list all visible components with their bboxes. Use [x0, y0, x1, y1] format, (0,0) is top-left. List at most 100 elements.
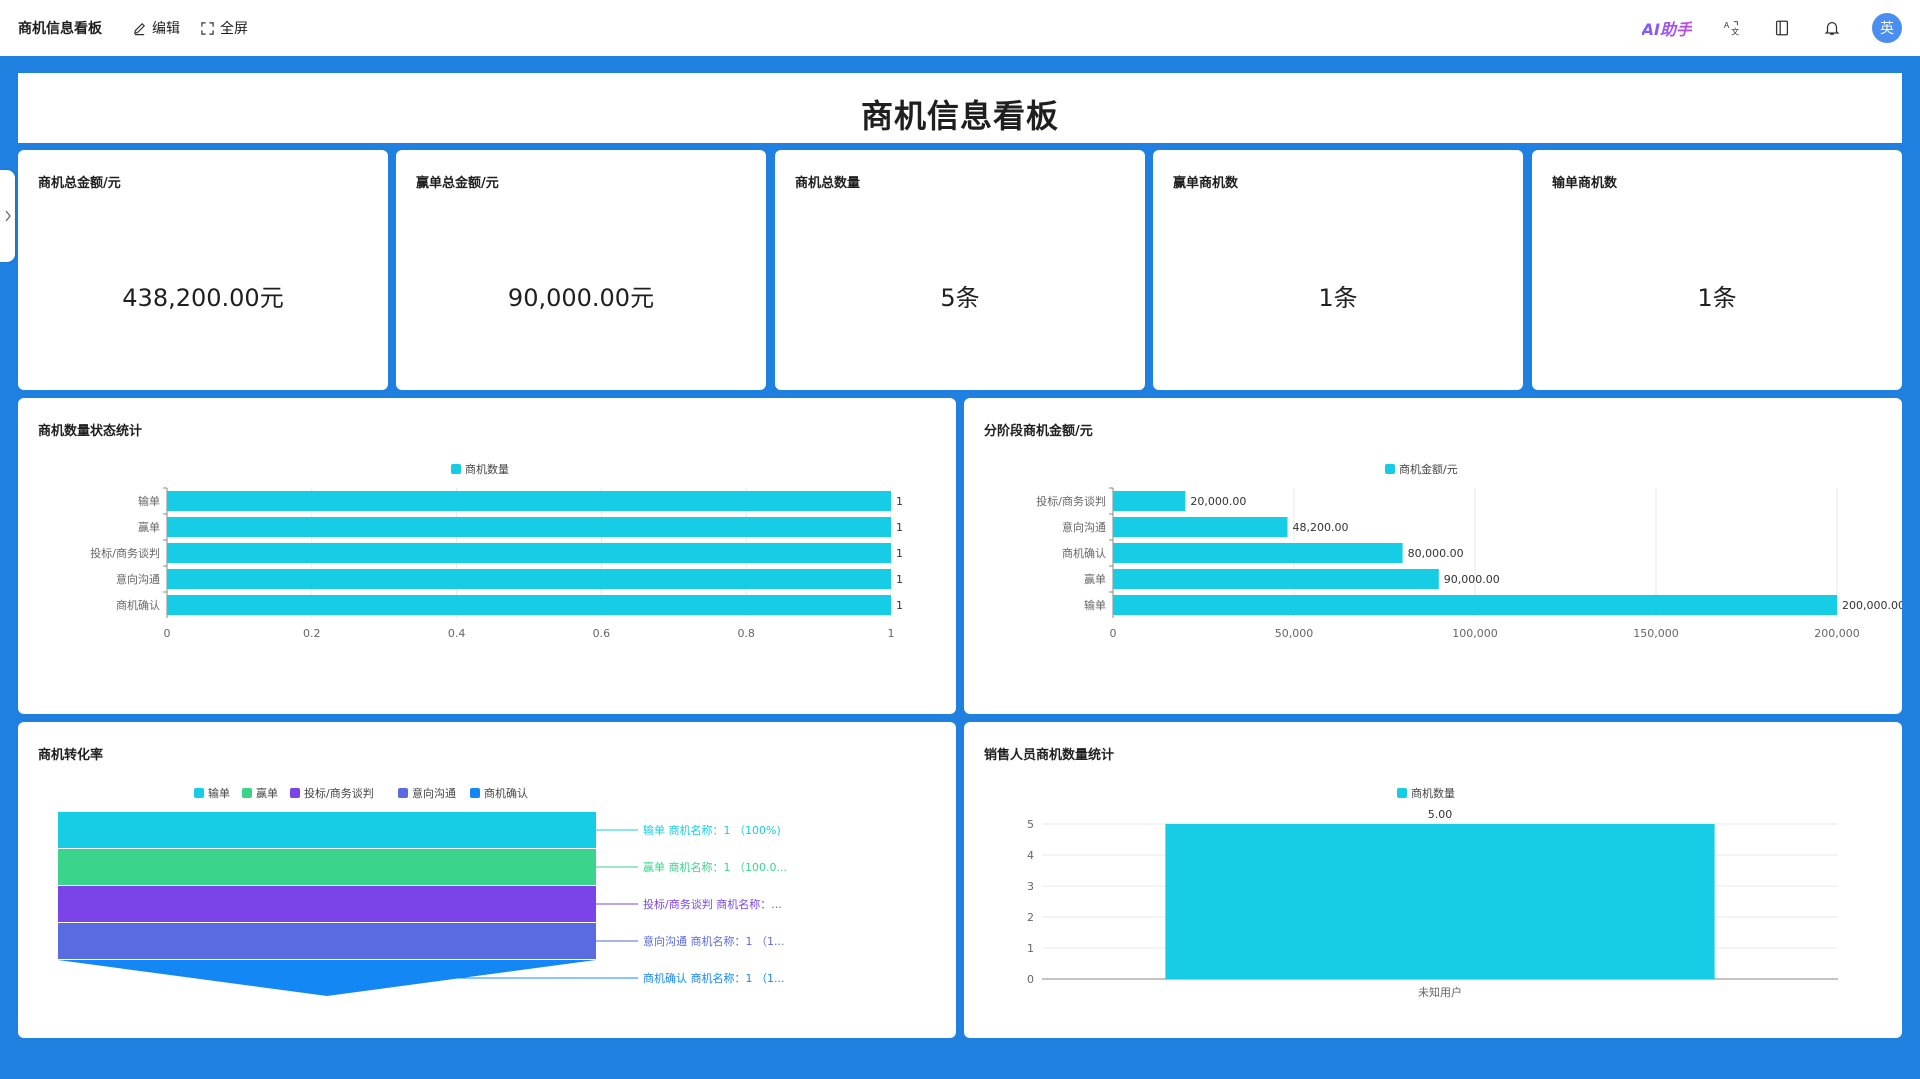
data-label: 20,000.00 — [1190, 495, 1246, 508]
x-tick-label: 150,000 — [1633, 627, 1679, 640]
panel-conversion-rate: 商机转化率 输单 赢单 投标/商务谈判 意向沟通 商机确认 输单 商机名称：1 （100%… — [18, 722, 956, 1038]
status-count-chart: 商机数量 0 0.2 0.4 0.6 0.8 1 输单 1 赢单 1 投标/商务谈判 1 意向沟通 1 商机确… — [90, 462, 903, 640]
funnel-label: 投标/商务谈判 商机名称：... — [643, 897, 782, 911]
bar — [1165, 824, 1715, 979]
y-tick-label: 商机确认 — [1062, 546, 1106, 560]
funnel-label: 商机确认 商机名称：1 （1... — [643, 971, 784, 985]
x-tick-label: 0.4 — [448, 627, 466, 640]
data-label: 200,000.00 — [1842, 599, 1902, 612]
bar — [1113, 595, 1837, 615]
legend-label: 投标/商务谈判 — [304, 786, 374, 800]
legend-swatch — [1385, 464, 1395, 474]
fullscreen-label: 全屏 — [220, 21, 248, 37]
funnel-segment — [58, 923, 596, 959]
kpi-value: 90,000.00元 — [507, 284, 655, 312]
svg-text:文: 文 — [1731, 26, 1739, 36]
legend-swatch — [242, 788, 252, 798]
y-tick-label: 意向沟通 — [1062, 520, 1106, 534]
page-title: 商机信息看板 — [860, 97, 1059, 135]
sales-count-chart: 商机数量 0 1 2 3 4 5 5.00 未知用户 — [1027, 786, 1838, 999]
legend-swatch — [290, 788, 300, 798]
top-bar: 商机信息看板 编辑 全屏 AI助手 A文 英 — [0, 0, 1920, 56]
x-tick-label: 0 — [1110, 627, 1117, 640]
translate-icon[interactable]: A文 — [1722, 18, 1742, 38]
data-label: 80,000.00 — [1408, 547, 1464, 560]
kpi-label: 商机总金额/元 — [38, 176, 121, 191]
legend-swatch — [470, 788, 480, 798]
legend-label: 商机数量 — [465, 462, 509, 476]
funnel-segment — [58, 812, 596, 848]
bar — [167, 569, 891, 589]
kpi-card-total-amount: 商机总金额/元 438,200.00元 — [18, 150, 388, 390]
legend-label: 商机数量 — [1411, 786, 1455, 800]
y-tick-label: 投标/商务谈判 — [1036, 494, 1106, 508]
bar — [1113, 491, 1186, 511]
bar — [1113, 569, 1439, 589]
bar — [1113, 517, 1288, 537]
ai-assistant-button[interactable]: AI助手 — [1642, 16, 1692, 40]
panel-status-count: 商机数量状态统计 商机数量 0 0.2 0.4 0.6 0.8 1 输单 1 赢单 1 投标/商务谈判… — [18, 398, 956, 714]
svg-text:A: A — [1724, 21, 1730, 30]
bar — [167, 491, 891, 511]
y-tick-label: 2 — [1027, 911, 1034, 924]
kpi-label: 赢单总金额/元 — [416, 176, 499, 191]
kpi-value: 1条 — [1318, 284, 1358, 312]
funnel-label: 意向沟通 商机名称：1 （1... — [643, 934, 784, 948]
edit-button[interactable]: 编辑 — [132, 18, 180, 38]
kpi-value: 1条 — [1697, 284, 1737, 312]
y-tick-label: 商机确认 — [116, 598, 160, 612]
kpi-label: 商机总数量 — [795, 176, 861, 191]
kpi-value: 5条 — [940, 284, 980, 312]
data-label: 1 — [896, 547, 903, 560]
fullscreen-icon — [201, 21, 214, 35]
x-tick-label: 0.8 — [737, 627, 755, 640]
y-tick-label: 投标/商务谈判 — [90, 546, 160, 560]
y-tick-label: 输单 — [1084, 598, 1106, 612]
fullscreen-button[interactable]: 全屏 — [200, 18, 248, 38]
x-tick-label: 50,000 — [1275, 627, 1314, 640]
x-tick-label: 1 — [888, 627, 895, 640]
x-tick-label: 200,000 — [1814, 627, 1860, 640]
legend-swatch — [194, 788, 204, 798]
y-tick-label: 1 — [1027, 942, 1034, 955]
y-tick-label: 5 — [1027, 818, 1034, 831]
bar — [167, 517, 891, 537]
y-tick-label: 赢单 — [1084, 572, 1106, 586]
kpi-card-won-amount: 赢单总金额/元 90,000.00元 — [396, 150, 766, 390]
sidebar-toggle[interactable] — [0, 170, 15, 262]
y-tick-label: 3 — [1027, 880, 1034, 893]
x-tick-label: 0.6 — [593, 627, 611, 640]
x-tick-label: 0.2 — [303, 627, 321, 640]
legend-swatch — [398, 788, 408, 798]
conversion-funnel-chart: 输单 赢单 投标/商务谈判 意向沟通 商机确认输单 商机名称：1 （100%) 赢单 商机… — [58, 786, 787, 996]
data-label: 1 — [896, 521, 903, 534]
kpi-label: 输单商机数 — [1552, 176, 1618, 191]
x-tick-label: 100,000 — [1452, 627, 1498, 640]
legend-label: 意向沟通 — [412, 786, 456, 800]
bar — [167, 543, 891, 563]
bell-icon[interactable] — [1822, 18, 1842, 38]
y-tick-label: 输单 — [138, 494, 160, 508]
funnel-segment — [58, 849, 596, 885]
kpi-card-won-count: 赢单商机数 1条 — [1153, 150, 1523, 390]
bar — [1113, 543, 1403, 563]
book-icon[interactable] — [1772, 18, 1792, 38]
panel-sales-count: 销售人员商机数量统计 商机数量 0 1 2 3 4 5 5.00 未知用户 — [964, 722, 1902, 1038]
kpi-value: 438,200.00元 — [122, 284, 284, 312]
kpi-label: 赢单商机数 — [1173, 176, 1239, 191]
funnel-label: 赢单 商机名称：1 （100.0... — [643, 860, 787, 874]
y-tick-label: 0 — [1027, 973, 1034, 986]
data-label: 5.00 — [1428, 808, 1453, 821]
header-card: 商机信息看板 — [18, 73, 1902, 143]
legend-label: 赢单 — [256, 786, 278, 800]
y-tick-label: 4 — [1027, 849, 1034, 862]
data-label: 1 — [896, 599, 903, 612]
data-label: 1 — [896, 495, 903, 508]
x-tick-label: 未知用户 — [1418, 985, 1462, 999]
chevron-right-icon — [4, 210, 11, 222]
x-tick-label: 0 — [164, 627, 171, 640]
user-avatar[interactable]: 英 — [1872, 13, 1902, 43]
legend-label: 输单 — [208, 786, 230, 800]
bar — [167, 595, 891, 615]
kpi-card-lost-count: 输单商机数 1条 — [1532, 150, 1902, 390]
